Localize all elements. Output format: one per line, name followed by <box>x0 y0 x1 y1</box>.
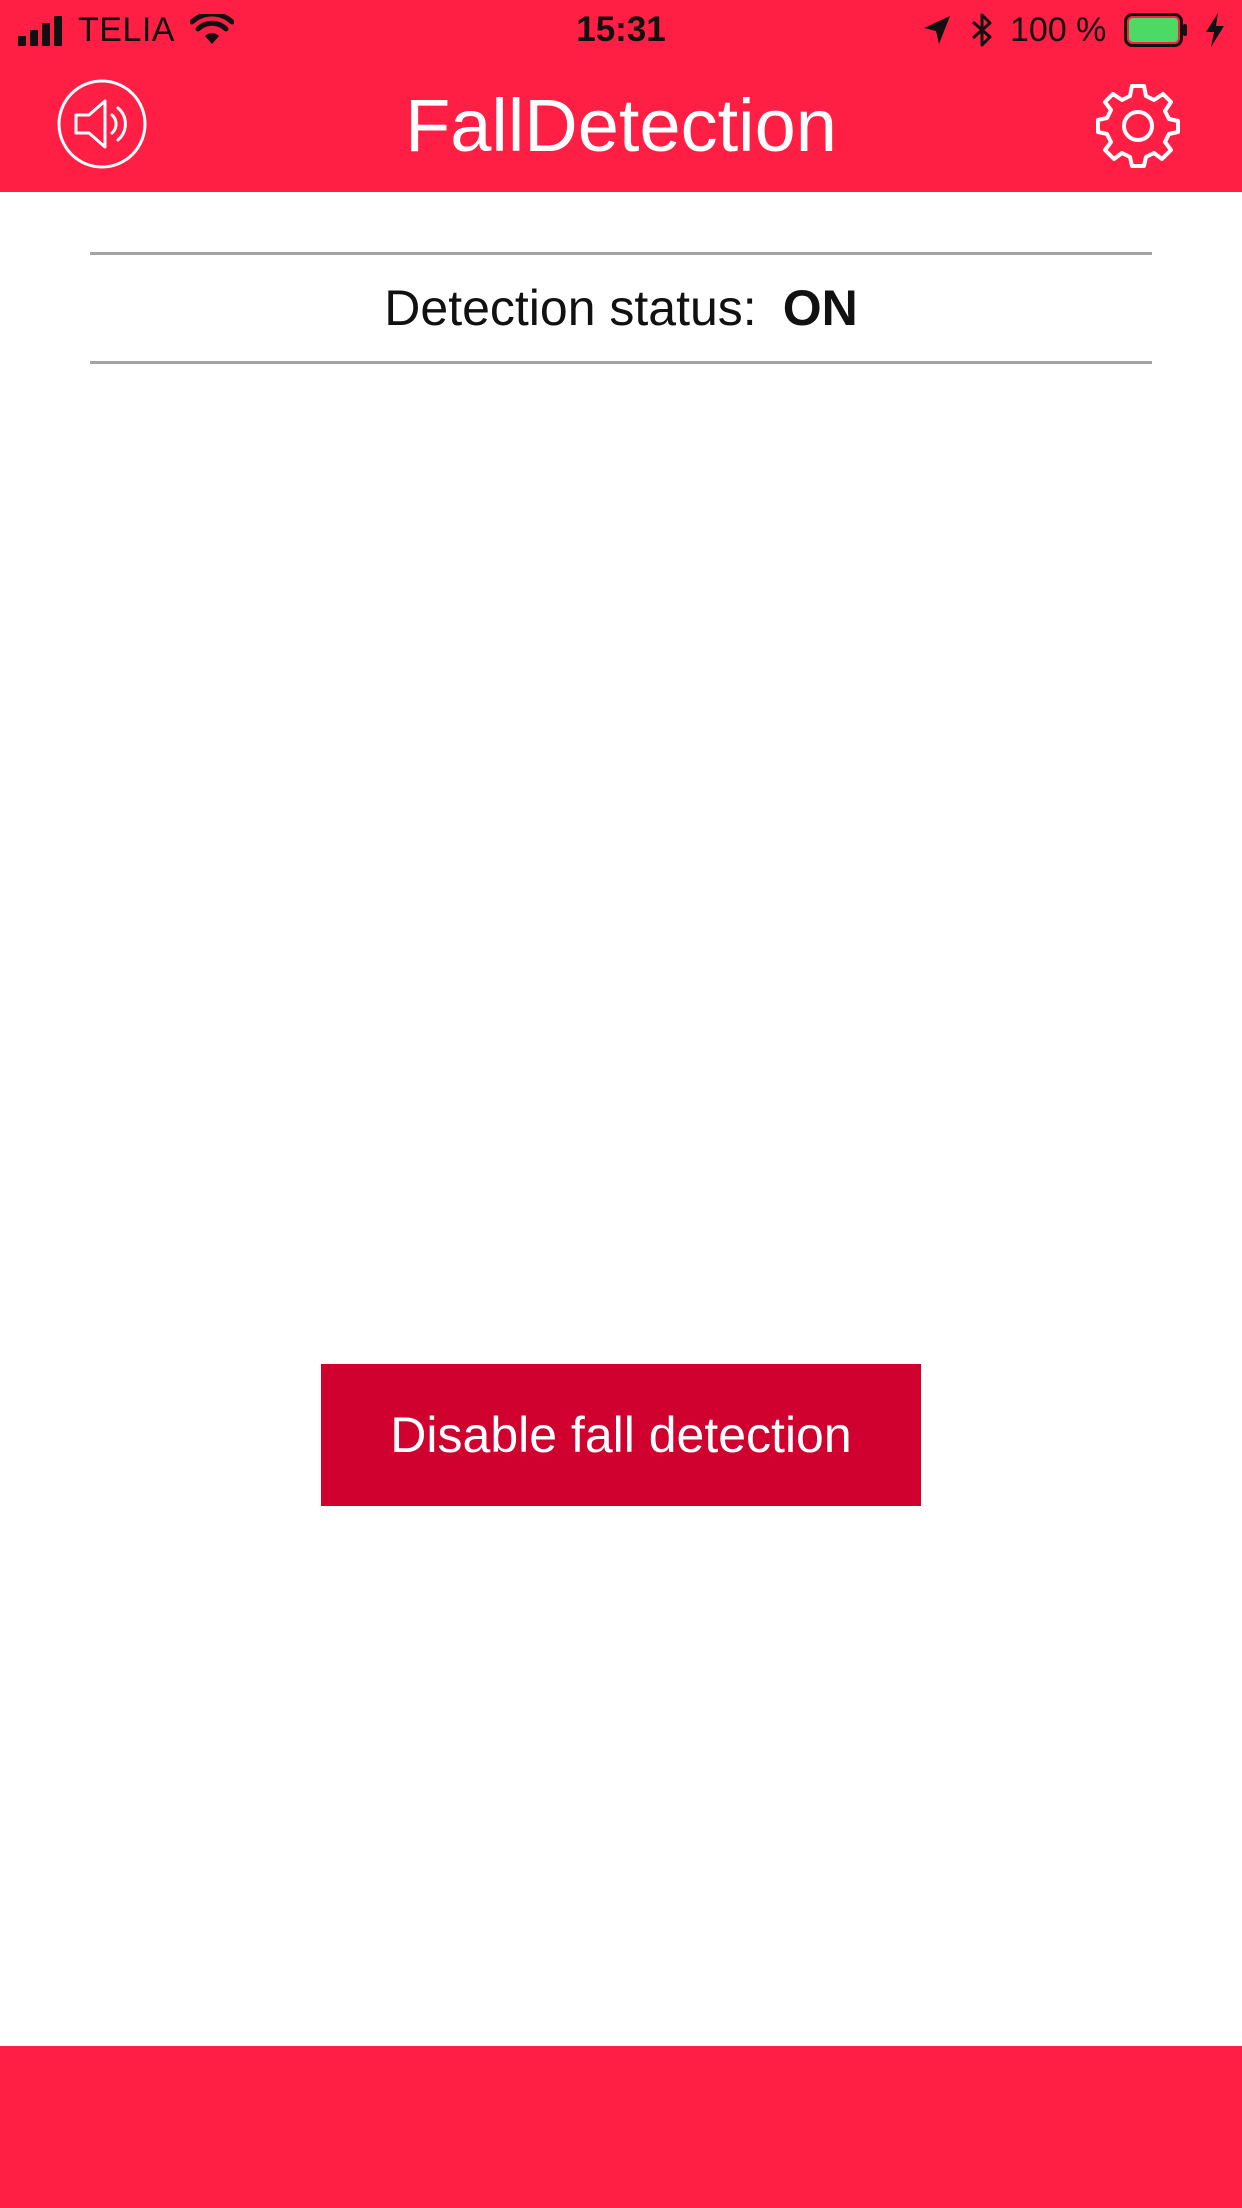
detection-status-row: Detection status: ON <box>90 252 1152 364</box>
bluetooth-icon <box>972 13 992 47</box>
charging-bolt-icon <box>1206 13 1224 47</box>
detection-status-value: ON <box>782 280 858 336</box>
bottom-bar <box>0 2046 1242 2208</box>
page-title: FallDetection <box>405 84 837 167</box>
detection-status-label: Detection status: <box>384 280 757 336</box>
battery-icon <box>1124 13 1187 47</box>
disable-fall-detection-button[interactable]: Disable fall detection <box>321 1364 921 1506</box>
location-arrow-icon <box>924 16 950 44</box>
gear-icon[interactable] <box>1094 82 1182 170</box>
battery-percentage: 100 % <box>1010 11 1107 49</box>
app-header: TELIA 15:31 100 % FallDetection <box>0 0 1242 192</box>
status-bar: TELIA 15:31 100 % <box>0 0 1242 60</box>
